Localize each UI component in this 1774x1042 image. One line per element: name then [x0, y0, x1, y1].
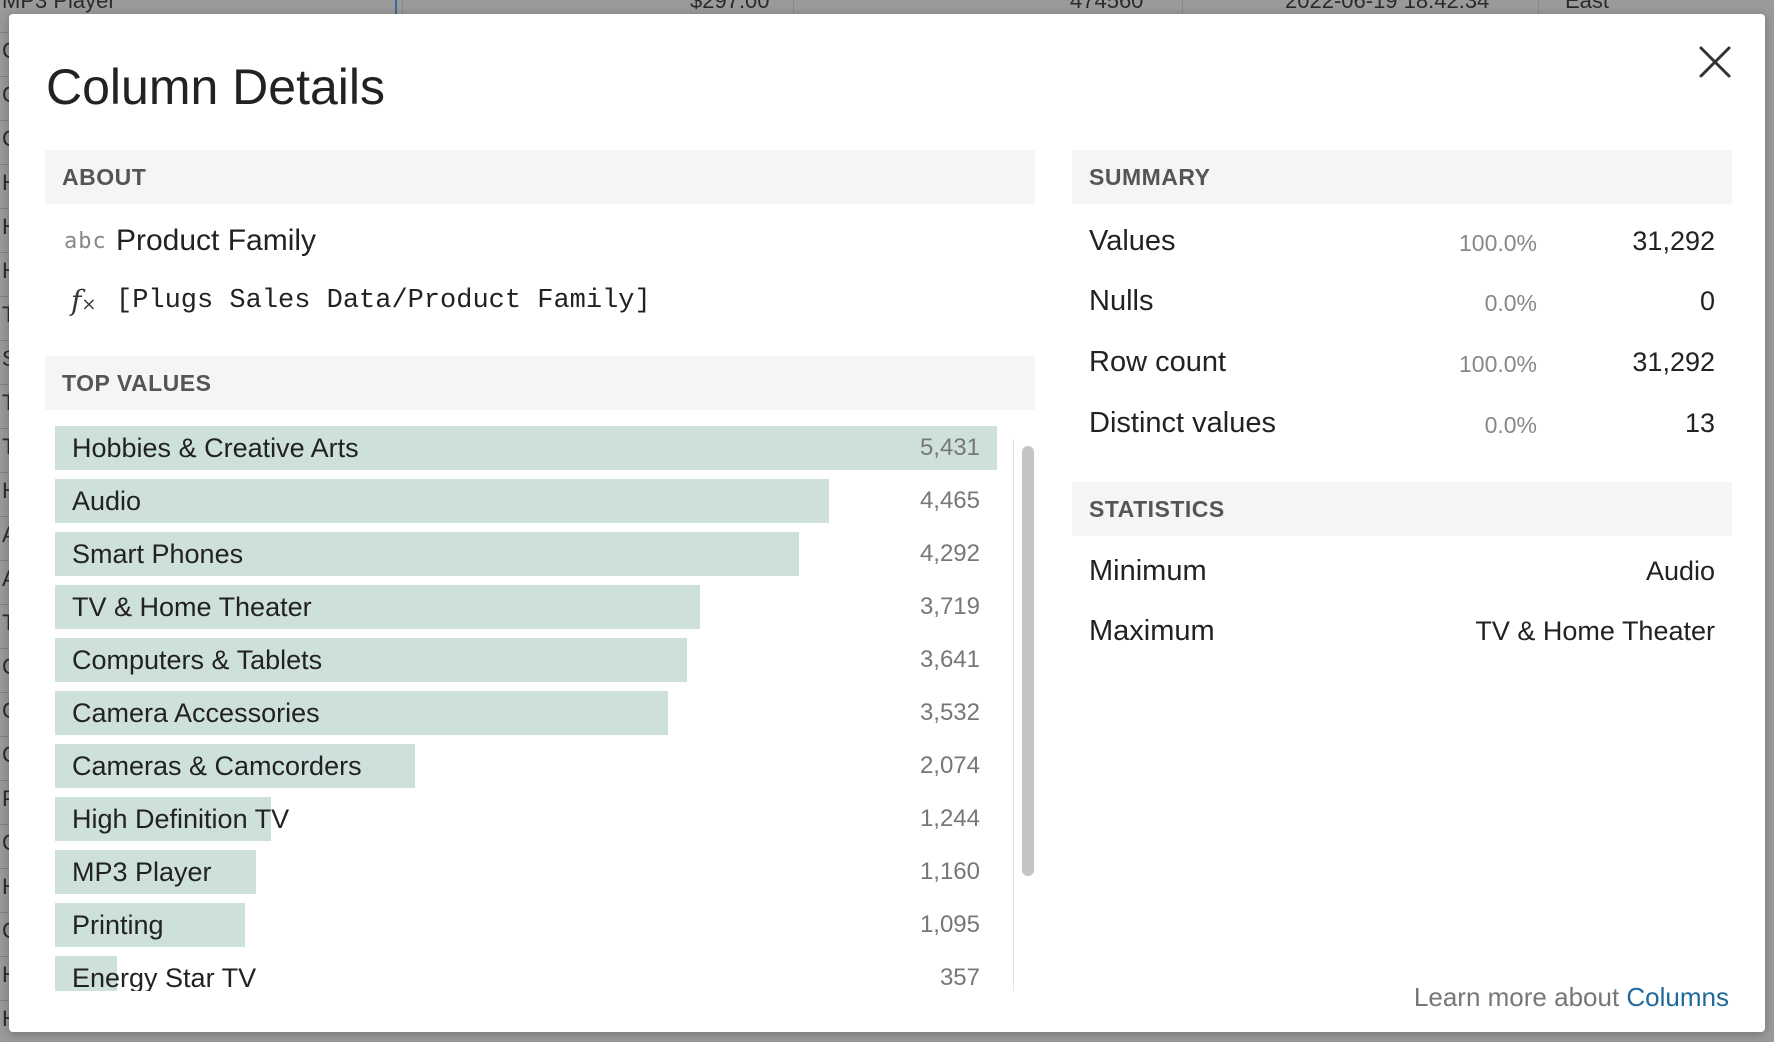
top-value-label: TV & Home Theater	[72, 592, 312, 622]
top-value-row[interactable]: TV & Home Theater 3,719	[55, 585, 997, 629]
top-value-count: 357	[939, 964, 980, 991]
top-value-row[interactable]: Computers & Tablets 3,641	[55, 638, 997, 682]
summary-value: 0	[1699, 286, 1715, 316]
top-values-scrollbar[interactable]	[1017, 444, 1037, 991]
learn-more-text: Learn more about Columns	[1414, 982, 1729, 1013]
top-value-count: 3,641	[919, 646, 980, 673]
column-name: Product Family	[116, 224, 317, 257]
top-value-count: 5,431	[919, 434, 980, 461]
list-divider	[1013, 439, 1014, 991]
close-button[interactable]	[1695, 42, 1735, 82]
top-value-label: Printing	[72, 910, 164, 940]
top-value-count: 1,160	[919, 858, 980, 885]
top-values-section-header: TOP VALUES	[45, 356, 1035, 410]
top-value-count: 3,719	[919, 593, 980, 620]
bg-cell: East	[1565, 0, 1610, 13]
close-icon	[1699, 46, 1731, 78]
summary-label: Distinct values	[1089, 407, 1276, 439]
summary-value: 31,292	[1632, 226, 1715, 256]
summary-value: 31,292	[1632, 347, 1715, 377]
fx-icon: f×	[71, 284, 97, 317]
top-value-label: Camera Accessories	[72, 698, 320, 728]
top-value-count: 4,292	[919, 540, 980, 567]
top-value-label: Audio	[72, 486, 142, 516]
top-value-row[interactable]: MP3 Player 1,160	[55, 850, 997, 894]
type-icon: abc	[64, 229, 107, 254]
top-value-label: Cameras & Camcorders	[72, 751, 362, 781]
top-value-row[interactable]: Hobbies & Creative Arts 5,431	[55, 426, 997, 470]
top-value-count: 4,465	[919, 487, 980, 514]
summary-label: Values	[1089, 225, 1176, 257]
scrollbar-thumb[interactable]	[1022, 446, 1034, 876]
top-value-label: MP3 Player	[72, 857, 212, 887]
summary-value: 13	[1684, 408, 1715, 438]
summary-label: Nulls	[1089, 285, 1154, 317]
background-bottom	[0, 1032, 1774, 1042]
bg-cell: MP3 Player	[2, 0, 116, 13]
top-value-row[interactable]: Energy Star TV 357	[55, 956, 997, 991]
statistics-section-header: STATISTICS	[1072, 482, 1732, 536]
top-value-row[interactable]: Camera Accessories 3,532	[55, 691, 997, 735]
top-value-count: 1,095	[919, 911, 980, 938]
top-value-count: 2,074	[919, 752, 980, 779]
bg-cell: 474560	[1070, 0, 1144, 13]
summary-section-header: SUMMARY	[1072, 150, 1732, 204]
top-value-bar	[55, 479, 829, 523]
top-value-row[interactable]: Printing 1,095	[55, 903, 997, 947]
top-value-label: Computers & Tablets	[72, 645, 323, 675]
top-value-label: Smart Phones	[72, 539, 244, 569]
top-values-list[interactable]: Hobbies & Creative Arts 5,431 Audio 4,465 Sm…	[55, 426, 1005, 991]
learn-more-prefix: Learn more about	[1413, 982, 1620, 1012]
statistics-value: TV & Home Theater	[1475, 616, 1715, 646]
dialog-title: Column Details	[46, 59, 386, 115]
top-value-label: Hobbies & Creative Arts	[72, 433, 359, 463]
top-value-count: 3,532	[919, 699, 980, 726]
bg-cell: $297.00	[690, 0, 770, 13]
top-value-label: Energy Star TV	[72, 963, 257, 991]
statistics-label: Minimum	[1089, 555, 1207, 587]
statistics-label: Maximum	[1089, 615, 1215, 647]
top-value-label: High Definition TV	[72, 804, 290, 834]
background-top-row: MP3 Player $297.00 474560 2022-06-19 18:…	[0, 0, 1774, 14]
top-value-row[interactable]: High Definition TV 1,244	[55, 797, 997, 841]
summary-label: Row count	[1089, 346, 1227, 378]
bg-cell: 2022-06-19 18:42:34	[1285, 0, 1490, 13]
top-value-row[interactable]: Smart Phones 4,292	[55, 532, 997, 576]
columns-docs-link[interactable]: Columns	[1626, 982, 1729, 1012]
about-section-header: ABOUT	[45, 150, 1035, 204]
column-formula: [Plugs Sales Data/Product Family]	[116, 286, 651, 316]
top-value-row[interactable]: Cameras & Camcorders 2,074	[55, 744, 997, 788]
column-details-dialog: Column Details ABOUT abc Product Family …	[9, 14, 1765, 1032]
statistics-value: Audio	[1645, 556, 1715, 586]
top-value-row[interactable]: Audio 4,465	[55, 479, 997, 523]
top-value-count: 1,244	[919, 805, 980, 832]
